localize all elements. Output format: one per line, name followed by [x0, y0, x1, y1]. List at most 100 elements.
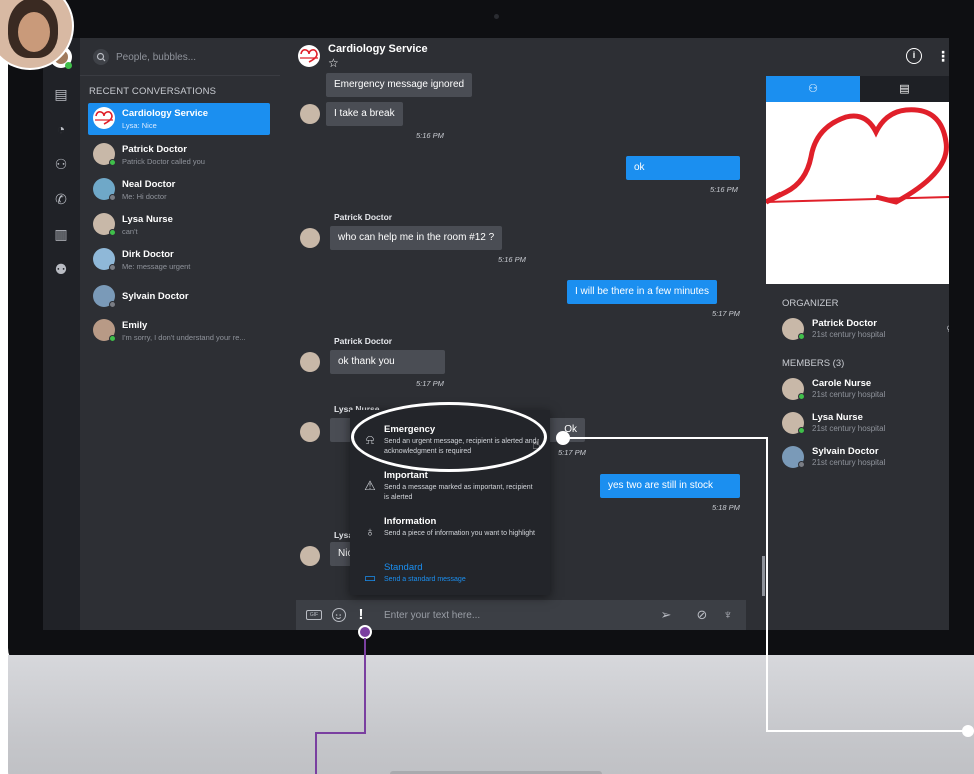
conversation-preview: Lysa: Nice: [122, 121, 157, 130]
option-title: Important: [384, 470, 428, 481]
urgency-option-information[interactable]: ♁ Information Send a piece of informatio…: [350, 512, 550, 556]
message-input[interactable]: [384, 607, 634, 623]
info-icon[interactable]: i: [906, 48, 922, 64]
conversation-list: RECENT CONVERSATIONS Cardiology Service …: [80, 38, 280, 630]
message-time: 5:17 PM: [558, 448, 586, 457]
details-panel: i ⋮ ⚇ ▤ ORGANIZER Patrick Doctor 21st ce…: [766, 38, 949, 630]
conversation-item-sylvain[interactable]: Sylvain Doctor: [88, 281, 270, 313]
message-bubble: I take a break: [326, 102, 403, 126]
message-bubble-mine: I will be there in a few minutes: [567, 280, 717, 304]
contacts-icon[interactable]: ⚇: [52, 155, 70, 173]
message-avatar: [300, 104, 320, 124]
conversation-item-cardiology[interactable]: Cardiology Service Lysa: Nice: [88, 103, 270, 135]
tab-members[interactable]: ⚇: [766, 76, 860, 102]
callout-line: [568, 437, 768, 439]
presence-dot: [109, 229, 116, 236]
message-sender: Patrick Doctor: [334, 212, 393, 222]
member-item[interactable]: Carole Nurse 21st century hospital: [782, 376, 947, 404]
presence-dot: [109, 264, 116, 271]
organizer-heading: ORGANIZER: [782, 298, 839, 309]
conversation-name: Cardiology Service: [122, 108, 209, 119]
option-title: Information: [384, 516, 437, 527]
member-name: Patrick Doctor: [812, 318, 877, 329]
search-icon[interactable]: [93, 49, 109, 65]
message-bubble-mine: ok: [626, 156, 740, 180]
conversation-preview: Me: message urgent: [122, 262, 191, 271]
callout-dot-purple: [358, 625, 372, 639]
presence-dot: [109, 159, 116, 166]
monitor-chin: [8, 655, 974, 774]
callout-end-dot: [962, 725, 974, 737]
message-bubble-mine: yes two are still in stock: [600, 474, 740, 498]
message-avatar: [300, 228, 320, 248]
chat-header: Cardiology Service ☆: [280, 38, 766, 76]
urgency-option-important[interactable]: ⚠ Important Send a message marked as imp…: [350, 466, 550, 510]
message-time: 5:16 PM: [710, 185, 738, 194]
conversation-item-neal[interactable]: Neal Doctor Me: Hi doctor: [88, 174, 270, 206]
mic-icon[interactable]: ♆: [720, 608, 736, 622]
conversation-item-dirk[interactable]: Dirk Doctor Me: message urgent: [88, 244, 270, 276]
member-org: 21st century hospital: [812, 458, 886, 467]
files-icon[interactable]: ▥: [52, 225, 70, 243]
conversation-item-emily[interactable]: Emily I'm sorry, I don't understand your…: [88, 315, 270, 347]
callout-line-purple: [315, 732, 317, 774]
search-input[interactable]: [116, 49, 266, 65]
conversation-name: Lysa Nurse: [122, 214, 173, 225]
conversation-preview: Patrick Doctor called you: [122, 157, 205, 166]
heart-icon: [766, 107, 949, 205]
bulb-icon: ♁: [365, 524, 375, 539]
message-time: 5:17 PM: [712, 309, 740, 318]
presence-dot: [109, 194, 116, 201]
organizer-item[interactable]: Patrick Doctor 21st century hospital ♔: [782, 316, 949, 344]
urgency-option-standard[interactable]: ▭ Standard Send a standard message: [350, 558, 550, 602]
urgency-button[interactable]: !: [354, 605, 368, 625]
cardiology-avatar: [93, 107, 115, 129]
gif-icon[interactable]: GIF: [306, 610, 322, 620]
header-avatar: [298, 45, 320, 67]
attach-icon[interactable]: ⊘: [694, 608, 710, 622]
member-org: 21st century hospital: [812, 390, 886, 399]
callout-line-purple: [315, 732, 366, 734]
chat-title: Cardiology Service: [328, 43, 428, 55]
message-time: 5:16 PM: [416, 131, 444, 140]
chat-scrollbar[interactable]: [762, 556, 765, 596]
conversation-name: Dirk Doctor: [122, 249, 174, 260]
conversation-name: Emily: [122, 320, 148, 331]
status-icon[interactable]: ◔: [52, 120, 70, 138]
message-time: 5:16 PM: [498, 255, 526, 264]
news-icon[interactable]: ▤: [52, 85, 70, 103]
message-avatar: [300, 352, 320, 372]
conversation-name: Patrick Doctor: [122, 144, 187, 155]
star-icon[interactable]: ☆: [328, 56, 339, 70]
monitor-frame: ▤ ◔ ⚇ ✆ ▥ ⚉ RECENT CONVERSATIONS Cardiol…: [0, 0, 974, 774]
message-time: 5:17 PM: [416, 379, 444, 388]
send-icon[interactable]: ➢: [658, 608, 674, 622]
member-name: Sylvain Doctor: [812, 446, 879, 457]
groups-icon[interactable]: ⚉: [52, 260, 70, 278]
presence-dot: [798, 333, 805, 340]
conversation-preview: I'm sorry, I don't understand your re...: [122, 333, 246, 342]
member-name: Lysa Nurse: [812, 412, 863, 423]
presence-dot: [109, 301, 116, 308]
more-icon[interactable]: ⋮: [936, 47, 949, 65]
tab-files[interactable]: ▤: [860, 76, 949, 102]
member-item[interactable]: Lysa Nurse 21st century hospital: [782, 410, 947, 438]
presence-dot: [109, 335, 116, 342]
option-description: Send a message marked as important, reci…: [384, 484, 533, 501]
smile-icon[interactable]: [332, 608, 346, 622]
conversation-item-lysa[interactable]: Lysa Nurse can't: [88, 209, 270, 241]
message-time: 5:18 PM: [712, 503, 740, 512]
message-bubble: ok thank you: [330, 350, 445, 374]
recent-conversations-heading: RECENT CONVERSATIONS: [89, 86, 217, 97]
conversation-item-patrick[interactable]: Patrick Doctor Patrick Doctor called you: [88, 139, 270, 171]
option-description: Send a piece of information you want to …: [384, 530, 535, 537]
phone-icon[interactable]: ✆: [52, 190, 70, 208]
conversation-name: Neal Doctor: [122, 179, 176, 190]
member-org: 21st century hospital: [812, 424, 886, 433]
message-avatar: [300, 546, 320, 566]
nav-rail: ▤ ◔ ⚇ ✆ ▥ ⚉: [43, 38, 80, 630]
member-item[interactable]: Sylvain Doctor 21st century hospital: [782, 444, 947, 472]
message-bubble: who can help me in the room #12 ?: [330, 226, 503, 250]
camera-dot: [494, 14, 499, 19]
hand-cursor-icon: ☝: [532, 436, 541, 452]
